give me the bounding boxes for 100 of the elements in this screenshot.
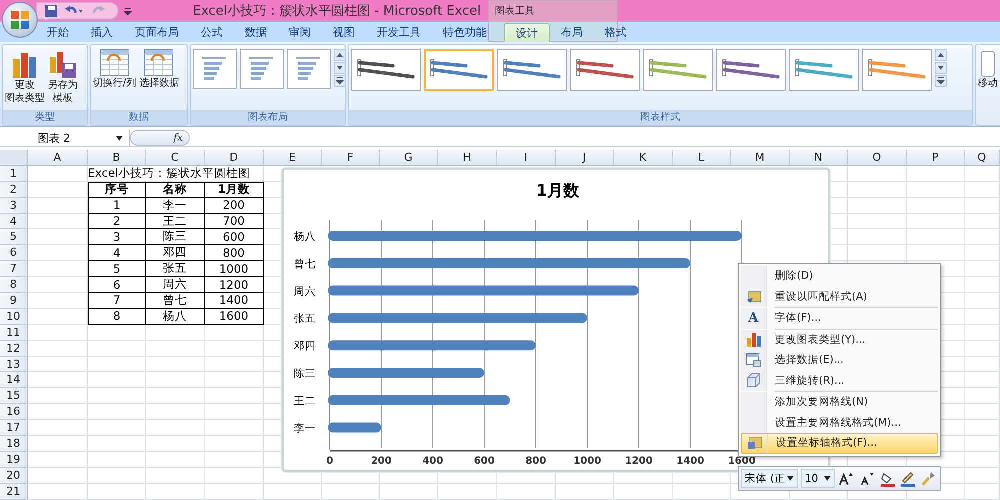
layout-thumbnail[interactable] (240, 49, 284, 89)
ribbon-tab[interactable]: 特色功能 (432, 23, 498, 42)
table-cell: 7 (88, 293, 146, 309)
row-header[interactable]: 8 (0, 277, 28, 294)
column-header[interactable]: N (790, 150, 848, 166)
ribbon-tab[interactable]: 设计 (504, 23, 550, 42)
dropdown-caret-icon[interactable] (116, 136, 123, 140)
ribbon-button[interactable]: 更改 图表类型 (5, 49, 45, 105)
font-field[interactable]: 宋体 (正 (741, 469, 798, 488)
style-thumbnail[interactable] (424, 49, 494, 91)
row-header[interactable]: 10 (0, 308, 28, 325)
menu-item[interactable]: 添加次要网格线(N) (741, 392, 938, 412)
more-button[interactable] (935, 75, 947, 87)
table-cell: 2 (88, 214, 146, 230)
column-header[interactable]: M (731, 150, 790, 166)
name-box[interactable]: 图表 2 (0, 130, 130, 146)
row-header[interactable]: 15 (0, 388, 28, 404)
layout-thumbnail[interactable] (193, 49, 237, 89)
scroll-up-button[interactable] (334, 49, 345, 61)
ribbon-tab[interactable]: 审阅 (278, 23, 322, 42)
size-field[interactable]: 10 (801, 469, 835, 488)
column-header[interactable]: H (438, 150, 497, 166)
style-thumbnail[interactable] (789, 49, 859, 91)
customize-icon[interactable] (123, 6, 133, 16)
dropdown-caret-icon[interactable] (787, 476, 794, 481)
save-icon[interactable] (45, 4, 58, 18)
row-header[interactable]: 16 (0, 404, 28, 420)
column-header[interactable]: J (556, 150, 614, 166)
row-header[interactable]: 11 (0, 324, 28, 341)
table-cell: 6 (88, 277, 146, 294)
column-header[interactable]: C (146, 150, 205, 166)
ribbon-tab[interactable]: 公式 (190, 23, 234, 42)
row-header[interactable]: 5 (0, 229, 28, 246)
row-header[interactable]: 4 (0, 214, 28, 230)
row-header[interactable]: 21 (0, 484, 28, 500)
ribbon-tab[interactable]: 页面布局 (124, 23, 190, 42)
row-header[interactable]: 6 (0, 245, 28, 262)
scroll-down-button[interactable] (935, 62, 947, 74)
group-label: 图表布局 (191, 110, 345, 125)
column-header[interactable]: L (673, 150, 731, 166)
menu-item[interactable]: 更改图表类型(Y)... (741, 330, 938, 350)
row-header[interactable]: 7 (0, 261, 28, 278)
column-header[interactable]: Q (965, 150, 1000, 166)
ribbon-tab[interactable]: 开始 (36, 23, 80, 42)
scroll-up-button[interactable] (935, 49, 947, 61)
row-header[interactable]: 17 (0, 420, 28, 436)
menu-item[interactable]: 选择数据(E)... (741, 350, 938, 370)
move-chart-button[interactable]: 移动 (978, 51, 998, 90)
menu-item[interactable]: 重设以匹配样式(A) (741, 286, 938, 307)
scroll-down-button[interactable] (334, 62, 345, 74)
menu-item[interactable]: 设置坐标轴格式(F)... (741, 433, 938, 454)
row-header[interactable]: 14 (0, 372, 28, 388)
style-thumbnail[interactable] (570, 49, 640, 91)
ribbon-tab[interactable]: 插入 (80, 23, 124, 42)
style-thumbnail[interactable] (643, 49, 713, 91)
column-header[interactable]: P (907, 150, 965, 166)
ribbon-tab[interactable]: 格式 (594, 23, 638, 42)
row-header[interactable]: 20 (0, 468, 28, 484)
row-header[interactable]: 1 (0, 166, 28, 182)
table-cell: 4 (88, 245, 146, 262)
column-header[interactable]: E (264, 150, 322, 166)
ribbon-button[interactable]: 选择数据 (139, 49, 180, 90)
ribbon-tab[interactable]: 布局 (550, 23, 594, 42)
column-header[interactable]: A (28, 150, 88, 166)
row-header[interactable]: 18 (0, 436, 28, 452)
column-header[interactable]: F (322, 150, 380, 166)
style-thumbnail[interactable] (351, 49, 421, 91)
menu-item[interactable]: 设置主要网格线格式(M)... (741, 412, 938, 433)
bar-chart-icon (746, 332, 762, 348)
style-thumbnail[interactable] (862, 49, 932, 91)
ribbon-tab[interactable]: 数据 (234, 23, 278, 42)
dropdown-caret-icon[interactable] (824, 476, 831, 481)
row-header[interactable]: 19 (0, 452, 28, 468)
row-header[interactable]: 13 (0, 356, 28, 372)
style-thumbnail[interactable] (497, 49, 567, 91)
table-cell: 陈三 (146, 229, 205, 246)
menu-item[interactable]: 三维旋转(R)... (741, 370, 938, 391)
menu-item[interactable]: 删除(D) (741, 266, 938, 286)
column-header[interactable]: O (848, 150, 907, 166)
ribbon-button[interactable]: 另存为 模板 (48, 49, 78, 105)
column-header[interactable]: K (614, 150, 673, 166)
column-header[interactable]: B (88, 150, 146, 166)
row-header[interactable]: 12 (0, 340, 28, 357)
ribbon-tab[interactable]: 视图 (322, 23, 366, 42)
fx-button[interactable]: fx (130, 130, 190, 146)
column-header[interactable]: I (497, 150, 556, 166)
layout-thumbnail[interactable] (287, 49, 331, 89)
row-header[interactable]: 2 (0, 182, 28, 198)
column-header[interactable]: D (205, 150, 264, 166)
ribbon-tab[interactable]: 开发工具 (366, 23, 432, 42)
category-label: 杨八 (294, 231, 316, 243)
brush-icon[interactable] (920, 469, 938, 488)
style-thumbnail[interactable] (716, 49, 786, 91)
font-size: 10 (805, 472, 818, 484)
more-button[interactable] (334, 75, 345, 87)
column-header[interactable]: G (380, 150, 438, 166)
ribbon-button[interactable]: 切换行/列 (93, 49, 136, 90)
row-header[interactable]: 9 (0, 293, 28, 309)
menu-item[interactable]: A 字体(F)... (741, 308, 938, 328)
row-header[interactable]: 3 (0, 198, 28, 214)
